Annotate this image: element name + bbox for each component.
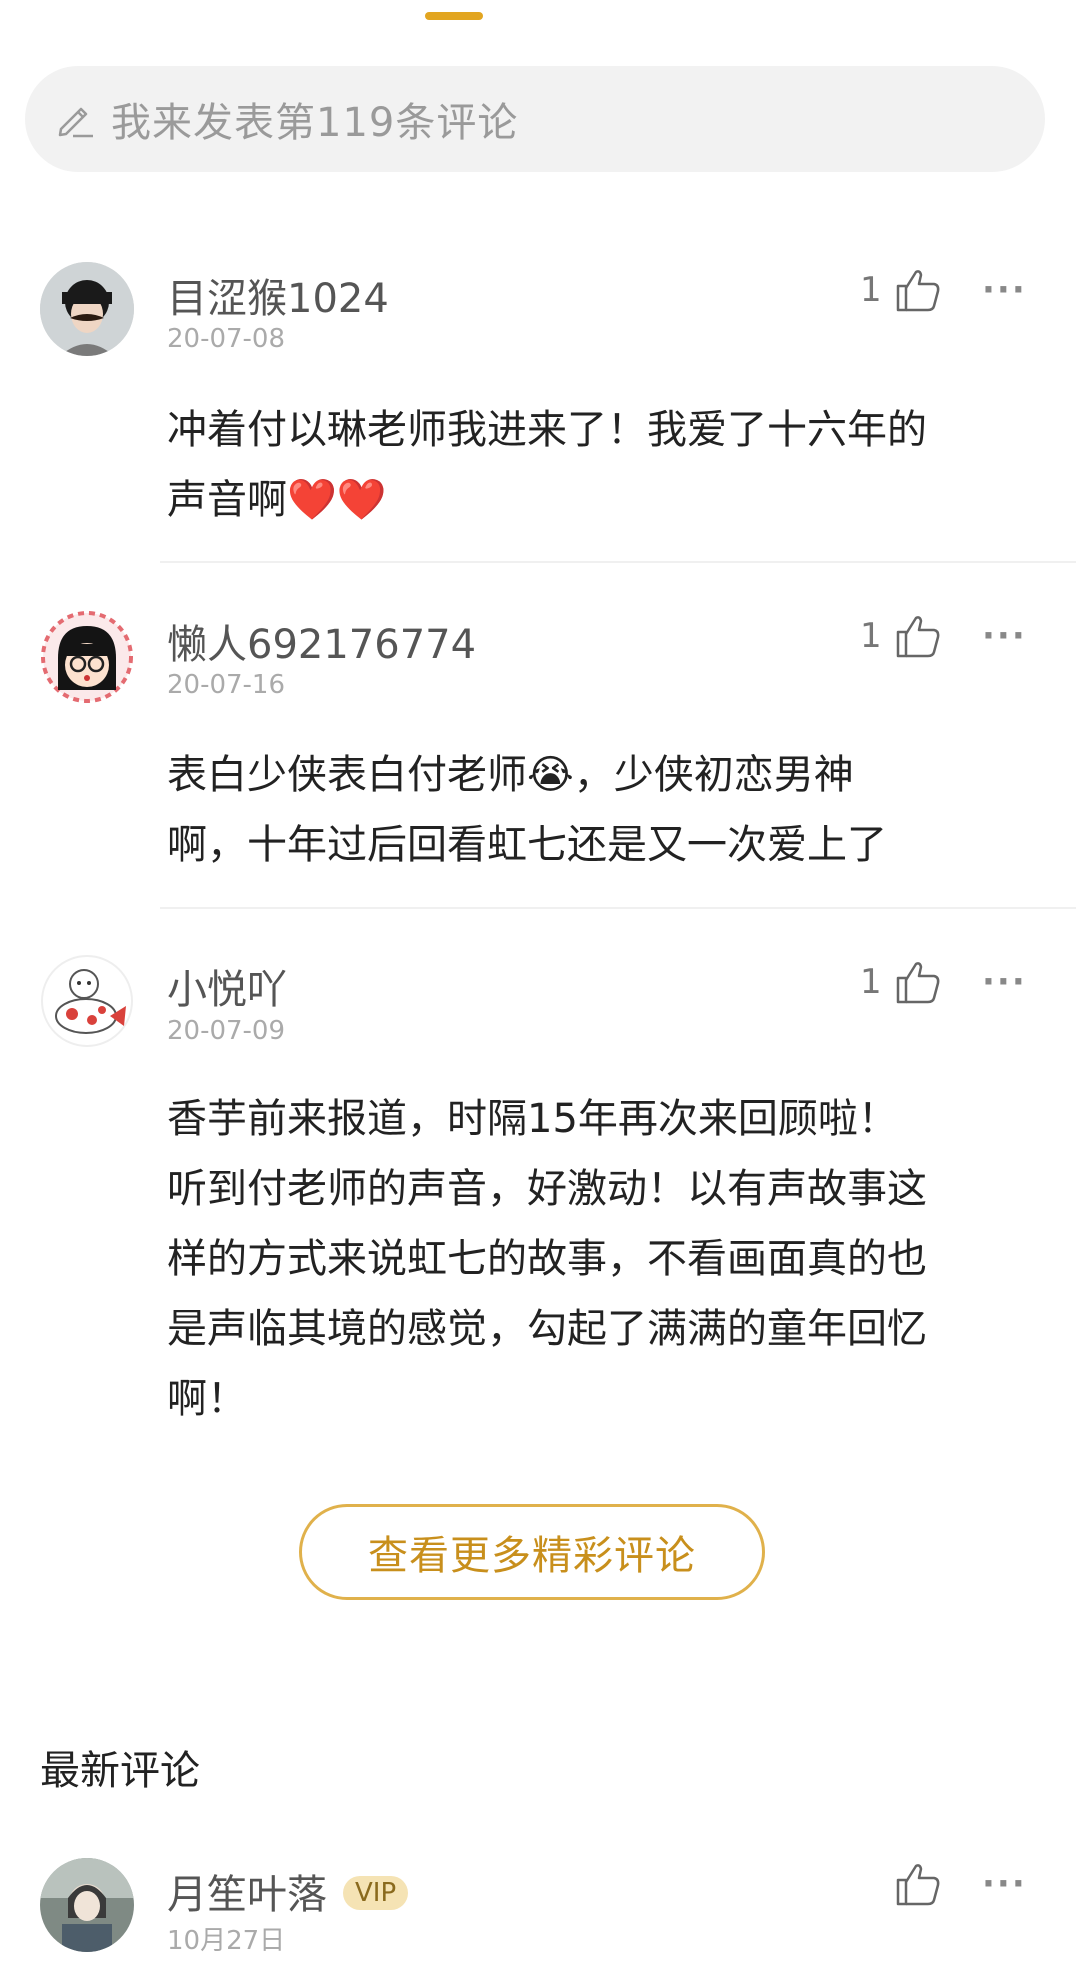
comment-input-placeholder: 我来发表第119条评论 xyxy=(111,100,519,146)
comment-date: 20-07-08 xyxy=(167,324,286,354)
comment-text-line: 啊，十年过后回看虹七还是又一次爱上了 xyxy=(167,822,887,868)
username[interactable]: 懒人692176774 xyxy=(167,612,476,670)
divider xyxy=(160,907,1076,909)
more-options-button[interactable]: ··· xyxy=(982,962,1027,1002)
thumbs-up-icon[interactable] xyxy=(894,1860,942,1908)
thumbs-up-icon[interactable] xyxy=(894,266,942,314)
like-count: 1 xyxy=(860,962,882,1002)
like-count: 1 xyxy=(860,270,882,310)
avatar[interactable] xyxy=(40,1858,134,1952)
comment-text-line: 冲着付以琳老师我进来了！我爱了十六年的 xyxy=(167,407,927,453)
view-more-comments-button[interactable]: 查看更多精彩评论 xyxy=(299,1504,765,1600)
comment-text-line: 样的方式来说虹七的故事，不看画面真的也 xyxy=(167,1236,927,1282)
more-options-button[interactable]: ··· xyxy=(982,616,1027,656)
more-options-button[interactable]: ··· xyxy=(982,270,1027,310)
comment-date: 20-07-09 xyxy=(167,1016,286,1046)
thumbs-up-icon[interactable] xyxy=(894,612,942,660)
comment-text: 冲着付以琳老师我进来了！我爱了十六年的 声音啊❤️❤️ xyxy=(167,395,1037,535)
latest-comments-title: 最新评论 xyxy=(40,1748,200,1794)
drag-handle[interactable] xyxy=(425,12,483,20)
comment-text: 香芋前来报道，时隔15年再次来回顾啦！ 听到付老师的声音，好激动！以有声故事这 … xyxy=(167,1084,1037,1434)
pencil-icon xyxy=(58,107,93,138)
username[interactable]: 小悦吖 xyxy=(167,957,287,1015)
avatar[interactable] xyxy=(40,954,134,1048)
avatar[interactable] xyxy=(40,610,134,704)
vip-badge: VIP xyxy=(343,1876,409,1910)
comment-date: 20-07-16 xyxy=(167,670,286,700)
comment-text-line: 听到付老师的声音，好激动！以有声故事这 xyxy=(167,1166,927,1212)
comment-text-line: 是声临其境的感觉，勾起了满满的童年回忆 xyxy=(167,1306,927,1352)
thumbs-up-icon[interactable] xyxy=(894,958,942,1006)
like-count: 1 xyxy=(860,616,882,656)
comment-text-line: 啊！ xyxy=(167,1376,247,1422)
username[interactable]: 目涩猴1024 xyxy=(167,266,389,324)
comment-date: 10月27日 xyxy=(167,1926,286,1956)
comment-text-line: 表白少侠表白付老师😭，少侠初恋男神 xyxy=(167,752,854,798)
avatar[interactable] xyxy=(40,262,134,356)
comment-input[interactable]: 我来发表第119条评论 xyxy=(25,66,1045,172)
comment-text: 表白少侠表白付老师😭，少侠初恋男神 啊，十年过后回看虹七还是又一次爱上了 xyxy=(167,740,1037,880)
comment-text-line: 香芋前来报道，时隔15年再次来回顾啦！ xyxy=(167,1096,898,1142)
divider xyxy=(160,561,1076,563)
username[interactable]: 月笙叶落 VIP xyxy=(167,1862,409,1920)
comment-text-line: 声音啊 xyxy=(167,477,287,523)
heart-emoji: ❤️❤️ xyxy=(287,477,387,523)
more-options-button[interactable]: ··· xyxy=(982,1864,1027,1904)
username-text: 月笙叶落 xyxy=(167,1872,327,1918)
